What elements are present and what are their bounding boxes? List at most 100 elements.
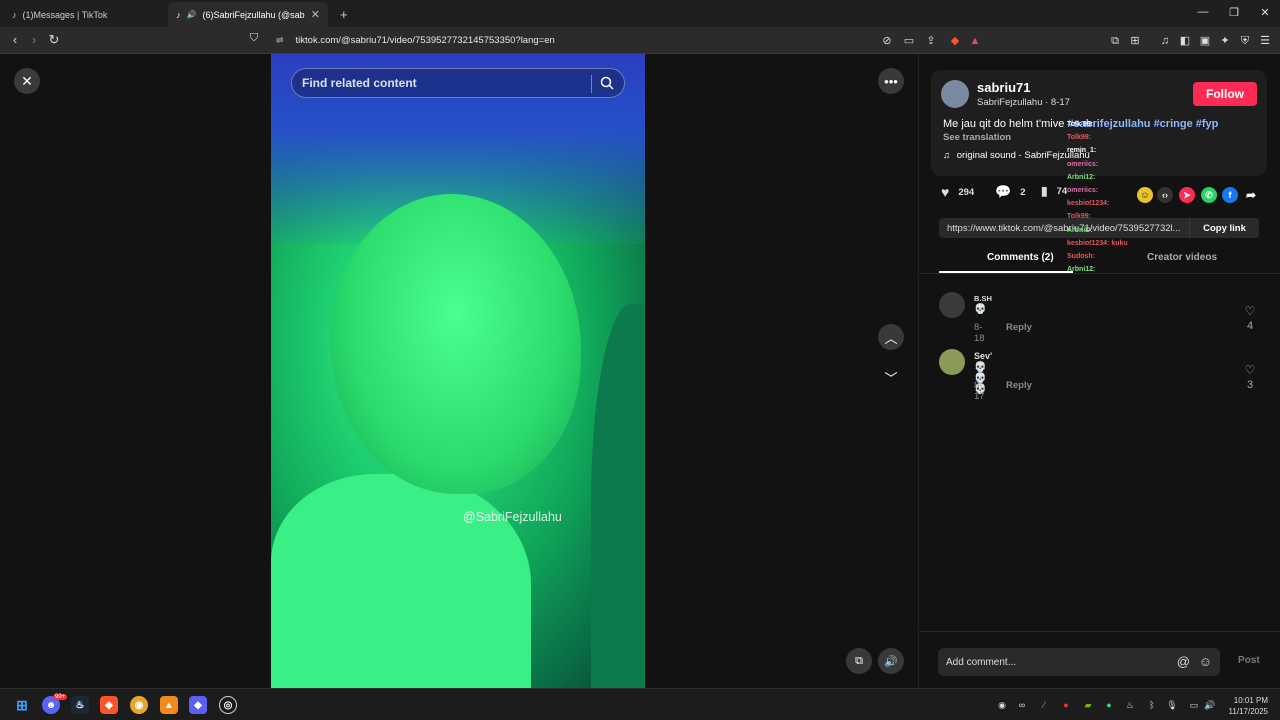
divider [919, 631, 1280, 632]
brave-shields-icon[interactable]: ◆ [948, 34, 962, 48]
reply-button[interactable]: Reply [1006, 380, 1032, 391]
copy-link-button[interactable]: Copy link [1189, 218, 1259, 238]
chat-line: ArbniD: [1067, 226, 1093, 234]
follow-button[interactable]: Follow [1193, 82, 1257, 106]
back-icon[interactable]: ‹ [6, 32, 24, 47]
chat-line: Sudosh: [1067, 253, 1095, 261]
share-icon[interactable]: ⇪ [924, 34, 938, 48]
volume-icon[interactable]: 🔊 [878, 648, 904, 674]
tab-creator-videos[interactable]: Creator videos [1147, 252, 1217, 263]
avatar[interactable] [941, 80, 969, 108]
next-video-button[interactable]: ﹀ [878, 364, 904, 390]
maximize-button[interactable]: ❐ [1219, 6, 1249, 19]
new-tab-button[interactable]: + [332, 2, 352, 27]
extensions-icon[interactable]: ⧉ [1108, 34, 1122, 48]
avatar[interactable] [939, 292, 965, 318]
brave-rewards-icon[interactable]: ▲ [968, 34, 982, 48]
emoji-icon[interactable]: ☺ [1199, 654, 1212, 669]
close-window-button[interactable]: ✕ [1250, 6, 1280, 19]
like-button[interactable]: ♥ 294 [941, 184, 974, 200]
username[interactable]: sabriu71 [977, 80, 1030, 95]
tray-app-icon[interactable]: ◉ [996, 699, 1008, 711]
previous-video-button[interactable]: ︿ [878, 324, 904, 350]
leo-ai-icon[interactable]: ✦ [1218, 34, 1232, 48]
tray-app-icon[interactable]: ∞ [1016, 699, 1028, 711]
share-arrow-icon[interactable]: ➦ [1243, 187, 1259, 203]
video-player[interactable]: Find related content @SabriFejzullahu [271, 54, 645, 688]
save-button[interactable]: ▮ 74 [1041, 184, 1067, 198]
comment-author[interactable]: Sev' [974, 351, 992, 361]
tab-messages[interactable]: ♪ (1)Messages | TikTok [4, 2, 164, 27]
chat-line: kesbiot1234: kuku [1067, 239, 1128, 247]
screenshot-icon[interactable]: ⊞ [1128, 34, 1142, 48]
whatsapp-icon[interactable]: ✆ [1201, 187, 1217, 203]
sidebar-icon[interactable]: ◧ [1178, 34, 1192, 48]
tray-app-icon[interactable]: ● [1060, 699, 1072, 711]
windows-start-icon[interactable]: ⊞ [13, 696, 31, 714]
bookmark-icon[interactable]: ⛉ [245, 32, 263, 45]
comment-text: 💀 [974, 304, 987, 315]
gift-icon[interactable]: ☺ [1137, 187, 1153, 203]
tray-app-icon[interactable]: ● [1103, 699, 1115, 711]
chat-line: Tolk 99: [1067, 121, 1093, 128]
facebook-icon[interactable]: f [1222, 187, 1238, 203]
close-video-button[interactable]: ✕ [14, 68, 40, 94]
reload-icon[interactable]: ↻ [45, 32, 63, 48]
brave-icon[interactable]: ◆ [100, 696, 118, 714]
no-tracking-icon[interactable]: ⊘ [880, 34, 894, 48]
comment-date: 8-17 [974, 380, 985, 402]
chrome-icon[interactable]: ◉ [130, 696, 148, 714]
url-text: tiktok.com/@sabriu71/video/7539527732145… [295, 35, 555, 46]
cast-icon[interactable]: ▭ [902, 34, 916, 48]
more-options-icon[interactable]: ••• [878, 68, 904, 94]
video-frame [271, 474, 531, 688]
tab-comments[interactable]: Comments (2) [987, 252, 1054, 263]
close-tab-icon[interactable]: ✕ [311, 8, 320, 21]
chat-line: Tolk99: [1067, 134, 1091, 142]
obs-icon[interactable]: ◎ [219, 696, 237, 714]
mention-icon[interactable]: @ [1177, 654, 1190, 669]
tab-title: (6)SabriFejzullahu (@sabriu71) [202, 9, 305, 20]
vpn-icon[interactable]: ⛨ [1238, 34, 1252, 48]
comment-like-icon[interactable]: ♡ [1242, 363, 1258, 377]
notification-badge: 99+ [53, 694, 68, 700]
caption-text: Me jau qit do helm t'mive [943, 118, 1068, 130]
floating-player-icon[interactable]: ⧉ [846, 648, 872, 674]
bluetooth-icon[interactable]: ᛒ [1146, 699, 1158, 711]
reply-button[interactable]: Reply [1006, 322, 1032, 333]
post-button[interactable]: Post [1238, 655, 1260, 666]
site-info-icon[interactable]: ⇌ [276, 35, 284, 46]
comment-button[interactable]: 💬 2 [995, 184, 1025, 200]
minimize-button[interactable]: — [1188, 6, 1218, 18]
steam-tray-icon[interactable]: ♨ [1124, 699, 1136, 711]
date: 11/17/2025 [1228, 707, 1268, 716]
tray-app-icon[interactable]: ⁄ [1038, 699, 1050, 711]
network-icon[interactable]: ▭ [1188, 699, 1200, 711]
music-note-icon: ♫ [943, 150, 951, 161]
send-icon[interactable]: ➤ [1179, 187, 1195, 203]
comment-author[interactable]: B.SH [974, 294, 992, 303]
volume-icon[interactable]: 🔊 [1204, 699, 1216, 711]
forward-icon[interactable]: › [25, 32, 43, 47]
comment-like-icon[interactable]: ♡ [1242, 304, 1258, 318]
linear-icon[interactable]: ◆ [189, 696, 207, 714]
add-comment-input[interactable]: Add comment... @ ☺ [938, 648, 1220, 676]
find-related-search[interactable]: Find related content [291, 68, 625, 98]
see-translation-link[interactable]: See translation [943, 132, 1011, 143]
tab-video[interactable]: ♪ 🔊 (6)SabriFejzullahu (@sabriu71) ✕ [168, 2, 328, 27]
chat-line: Arbni12: [1067, 266, 1096, 274]
media-icon[interactable]: ♫ [1158, 34, 1172, 48]
menu-icon[interactable]: ☰ [1258, 34, 1272, 48]
nvidia-icon[interactable]: ▰ [1082, 699, 1094, 711]
wallet-icon[interactable]: ▣ [1198, 34, 1212, 48]
steam-icon[interactable]: ♨ [71, 696, 89, 714]
chat-line: omeriics: [1067, 160, 1099, 168]
app-icon[interactable]: ▲ [160, 696, 178, 714]
mic-icon[interactable]: 🎙 [1166, 699, 1178, 711]
embed-icon[interactable]: ‹› [1157, 187, 1173, 203]
avatar[interactable] [939, 349, 965, 375]
divider [591, 75, 592, 93]
search-icon[interactable] [599, 75, 615, 91]
comment-count: 2 [1020, 186, 1026, 198]
clock[interactable]: 10:01 PM 11/17/2025 [1226, 695, 1268, 717]
